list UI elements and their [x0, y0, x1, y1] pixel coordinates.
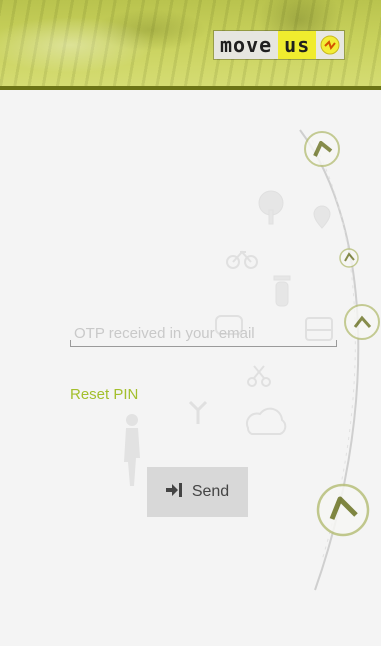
cloud-icon	[245, 407, 287, 435]
logo-us-text: us	[278, 31, 317, 59]
walker-icon	[124, 414, 140, 486]
logo-move-text: move	[214, 31, 279, 59]
bicycle-icon	[226, 250, 258, 269]
tree-icon	[258, 190, 284, 225]
directions-icon	[188, 400, 208, 424]
pin-icon	[313, 205, 331, 229]
header-divider	[0, 86, 381, 90]
chevron-circle-medium-icon	[344, 304, 380, 340]
otp-input-underline	[70, 346, 337, 347]
otp-input-left-tick	[70, 340, 71, 347]
sign-in-icon	[165, 482, 182, 502]
otp-input[interactable]	[70, 318, 336, 348]
track-arc	[299, 129, 360, 591]
chevron-circle-small-icon	[339, 248, 359, 268]
scissors-icon	[247, 365, 271, 387]
chevron-circle-icon	[304, 131, 340, 167]
header-banner: move us	[0, 0, 381, 86]
scooter-icon	[273, 275, 291, 307]
send-button[interactable]: Send	[147, 467, 248, 517]
send-label: Send	[191, 483, 230, 500]
chevron-circle-large-icon	[316, 483, 370, 537]
track-arc-inner	[311, 139, 356, 561]
mobility-decoration	[124, 129, 380, 591]
app-logo: move us	[214, 31, 345, 59]
logo-mark-icon	[316, 31, 345, 59]
reset-pin-link[interactable]: Reset PIN	[70, 386, 138, 403]
otp-input-right-tick	[336, 340, 337, 347]
